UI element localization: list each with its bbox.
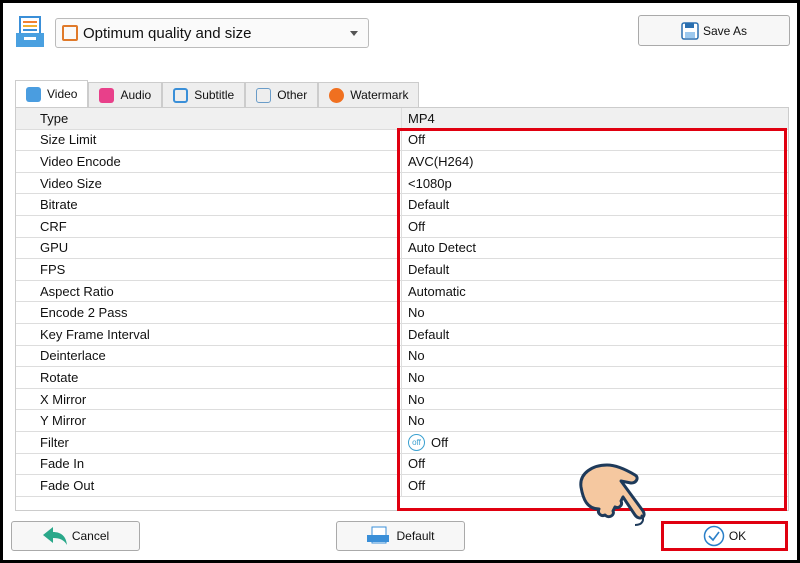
subtitle-icon — [173, 87, 189, 103]
back-arrow-icon — [42, 527, 67, 545]
default-label: Default — [396, 529, 435, 543]
setting-name: X Mirror — [16, 388, 402, 410]
tab-label: Video — [47, 87, 78, 101]
output-settings-dialog: Optimum quality and size Save As Video A… — [3, 3, 797, 560]
setting-name: Video Encode — [16, 151, 402, 172]
sliders-icon — [256, 87, 272, 103]
setting-name: FPS — [16, 259, 402, 280]
setting-name: Rotate — [16, 367, 402, 388]
music-icon — [99, 87, 115, 103]
setting-name: GPU — [16, 237, 402, 259]
header-key: Type — [16, 108, 402, 129]
check-circle-icon — [703, 525, 725, 547]
tab-other[interactable]: Other — [245, 82, 319, 107]
setting-name: Filter — [16, 431, 402, 453]
tab-video[interactable]: Video — [15, 80, 89, 107]
setting-name: CRF — [16, 215, 402, 237]
cancel-button[interactable]: Cancel — [11, 521, 140, 551]
pointing-hand-icon — [579, 463, 646, 526]
ok-button[interactable]: OK — [661, 521, 788, 551]
setting-name: Key Frame Interval — [16, 323, 402, 345]
tab-watermark[interactable]: Watermark — [318, 82, 420, 107]
preset-dropdown[interactable]: Optimum quality and size — [55, 18, 369, 48]
chevron-down-icon — [350, 31, 358, 40]
tab-label: Audio — [120, 88, 152, 102]
tab-bar: Video Audio Subtitle Other Watermark — [15, 80, 420, 107]
tab-audio[interactable]: Audio — [88, 82, 163, 107]
profile-list-icon — [16, 16, 44, 47]
highlight-box — [397, 128, 787, 511]
setting-name: Bitrate — [16, 194, 402, 215]
setting-name: Size Limit — [16, 129, 402, 151]
setting-name: Deinterlace — [16, 345, 402, 367]
setting-name: Fade Out — [16, 475, 402, 496]
setting-name: Video Size — [16, 172, 402, 194]
default-icon — [367, 526, 390, 544]
setting-name: Y Mirror — [16, 410, 402, 431]
video-preset-icon — [62, 25, 78, 41]
video-icon — [26, 86, 41, 102]
preset-label: Optimum quality and size — [83, 24, 252, 42]
setting-name: Fade In — [16, 453, 402, 475]
save-as-label: Save As — [702, 23, 748, 38]
table-header-row: Type MP4 — [16, 108, 788, 130]
save-as-button[interactable]: Save As — [638, 15, 790, 46]
tab-label: Watermark — [350, 88, 409, 102]
header-value: MP4 — [408, 110, 435, 126]
ok-label: OK — [728, 529, 747, 543]
default-button[interactable]: Default — [336, 521, 465, 551]
setting-name: Aspect Ratio — [16, 280, 402, 302]
setting-name: Encode 2 Pass — [16, 302, 402, 323]
cancel-label: Cancel — [71, 529, 110, 543]
save-icon — [681, 21, 699, 40]
tab-label: Other — [277, 88, 308, 102]
tab-subtitle[interactable]: Subtitle — [162, 82, 246, 107]
new-badge-icon — [329, 87, 345, 103]
tab-label: Subtitle — [194, 88, 235, 102]
